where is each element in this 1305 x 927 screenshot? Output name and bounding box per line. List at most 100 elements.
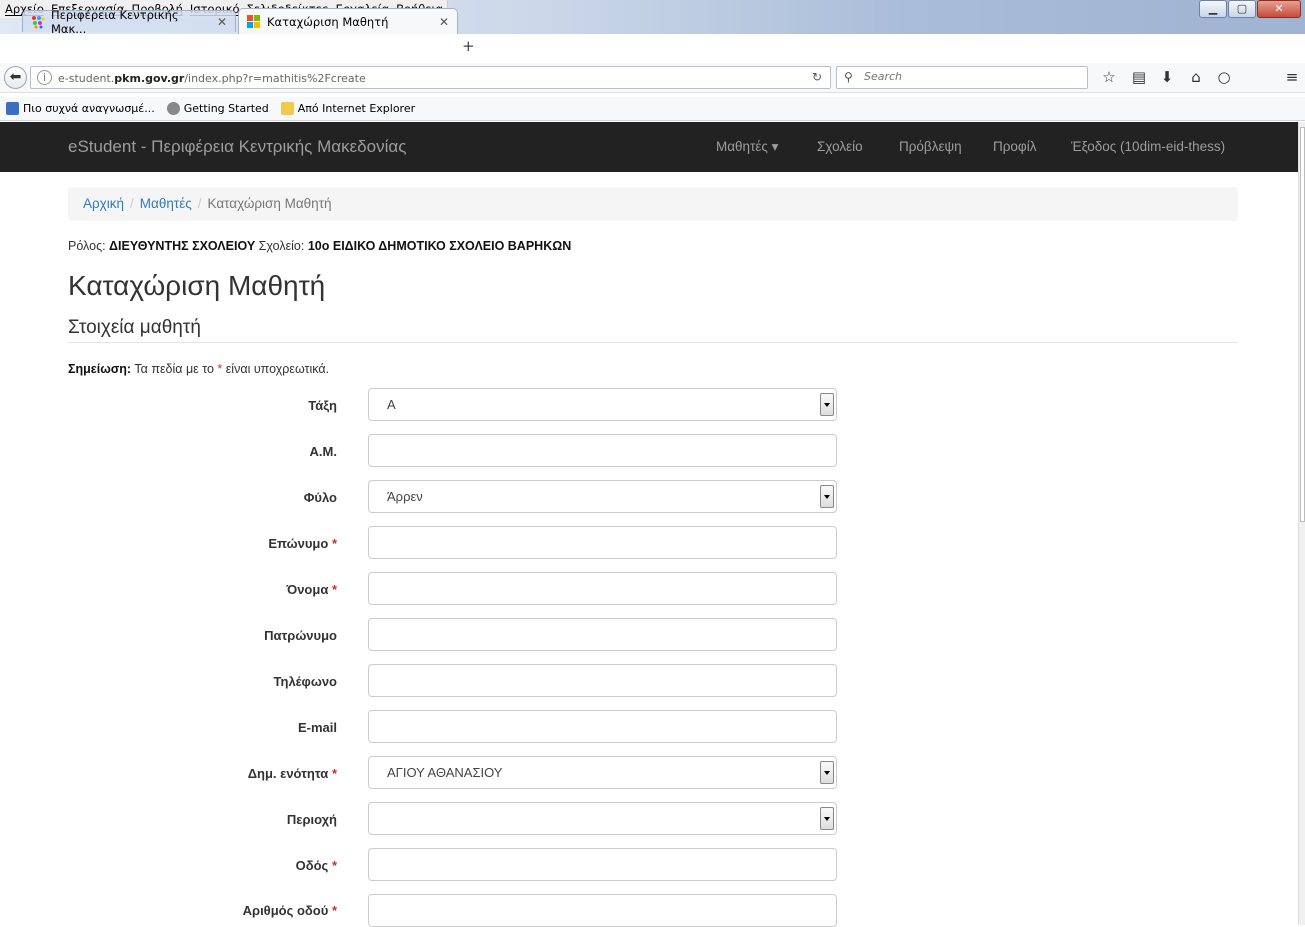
municipal-unit-select[interactable]: ΑΓΙΟΥ ΑΘΑΝΑΣΙΟΥ	[368, 756, 837, 789]
search-input[interactable]	[864, 70, 1064, 83]
reading-list-icon[interactable]: ▤	[1129, 68, 1149, 86]
region-favicon-icon	[31, 15, 45, 29]
required-note: Σημείωση: Τα πεδία με το * είναι υποχρεω…	[68, 362, 329, 376]
first-name-label: Όνομα *	[286, 582, 337, 597]
bookmark-from-ie[interactable]: Από Internet Explorer	[280, 102, 416, 115]
fathers-name-label: Πατρώνυμο	[264, 628, 337, 643]
breadcrumb-home[interactable]: Αρχική	[83, 196, 124, 211]
area-select[interactable]	[368, 802, 837, 835]
street-number-input[interactable]	[369, 895, 836, 926]
school-label: Σχολείο:	[258, 239, 305, 253]
bookmark-label: Getting Started	[183, 102, 269, 115]
tab-title: Περιφέρεια Κεντρικής Μακ...	[51, 7, 179, 36]
dropdown-arrow-icon[interactable]	[820, 761, 834, 784]
tab-region[interactable]: Περιφέρεια Κεντρικής Μακ... ✕	[22, 8, 236, 36]
bookmark-star-icon[interactable]: ☆	[1099, 68, 1119, 86]
page-scrollbar[interactable]	[1298, 122, 1305, 925]
site-brand[interactable]: eStudent - Περιφέρεια Κεντρικής Μακεδονί…	[68, 137, 406, 157]
role-value: ΔΙΕΥΘΥΝΤΗΣ ΣΧΟΛΕΙΟΥ	[109, 239, 256, 253]
fathers-name-field[interactable]	[368, 618, 837, 651]
breadcrumb-students[interactable]: Μαθητές	[140, 196, 192, 211]
maximize-button[interactable]: ▢	[1228, 0, 1256, 18]
hamburger-menu-icon[interactable]: ≡	[1282, 68, 1302, 86]
gender-select[interactable]: Άρρεν	[368, 480, 837, 513]
class-select[interactable]: Α	[368, 388, 837, 421]
minimize-button[interactable]: ▁	[1199, 0, 1227, 18]
phone-input[interactable]	[369, 665, 836, 696]
email-label: E-mail	[297, 720, 337, 735]
note-text: είναι υποχρεωτικά.	[222, 362, 330, 376]
home-icon[interactable]: ⌂	[1186, 68, 1206, 86]
note-text: Τα πεδία με το	[131, 362, 218, 376]
surname-field[interactable]	[368, 526, 837, 559]
bookmark-getting-started[interactable]: Getting Started	[166, 102, 269, 115]
tab-close-icon[interactable]: ✕	[217, 15, 227, 29]
nav-profile[interactable]: Προφίλ	[993, 139, 1036, 154]
info-icon[interactable]: i	[37, 70, 52, 85]
page-title: Καταχώριση Μαθητή	[68, 270, 326, 301]
phone-label: Τηλέφωνο	[273, 674, 337, 689]
nav-school[interactable]: Σχολείο	[817, 139, 863, 154]
breadcrumb-separator: /	[197, 196, 202, 211]
tab-create-student[interactable]: Καταχώριση Μαθητή ✕	[238, 8, 458, 34]
back-button[interactable]: ⬅	[4, 66, 27, 89]
registry-number-input[interactable]	[369, 435, 836, 466]
note-label: Σημείωση:	[68, 362, 132, 376]
bookmark-label: Από Internet Explorer	[297, 102, 416, 115]
firefox-icon	[166, 102, 180, 115]
dropdown-arrow-icon[interactable]	[820, 807, 834, 830]
browser-toolbar: ⬅ i e-student.pkm.gov.gr/index.php?r=mat…	[0, 63, 1305, 93]
street-input[interactable]	[369, 849, 836, 880]
folder-icon	[6, 102, 19, 115]
windows-favicon-icon	[247, 14, 261, 29]
street-field[interactable]	[368, 848, 837, 881]
class-label: Τάξη	[308, 398, 337, 413]
gender-select-value: Άρρεν	[387, 489, 423, 504]
close-window-button[interactable]: ✕	[1257, 0, 1301, 18]
street-number-field[interactable]	[368, 894, 837, 927]
bookmark-label: Πιο συχνά αναγνωσμέ...	[23, 102, 155, 115]
section-title: Στοιχεία μαθητή	[68, 317, 201, 338]
nav-logout[interactable]: Έξοδος (10dim-eid-thess)	[1071, 139, 1225, 154]
fathers-name-input[interactable]	[369, 619, 836, 650]
class-select-value: Α	[387, 397, 396, 412]
dropdown-arrow-icon[interactable]	[820, 393, 834, 416]
registry-number-label: Α.Μ.	[309, 444, 337, 459]
breadcrumb-separator: /	[130, 196, 134, 211]
registry-number-field[interactable]	[368, 434, 837, 467]
first-name-field[interactable]	[368, 572, 837, 605]
folder-icon	[280, 102, 294, 115]
municipal-unit-label: Δημ. ενότητα *	[247, 766, 337, 781]
window-controls: ▁ ▢ ✕	[1199, 0, 1301, 18]
email-field[interactable]	[368, 710, 837, 743]
search-bar[interactable]: ⚲	[836, 66, 1088, 89]
download-icon[interactable]: ⬇	[1157, 68, 1177, 86]
role-label: Ρόλος:	[68, 239, 106, 253]
municipal-unit-value: ΑΓΙΟΥ ΑΘΑΝΑΣΙΟΥ	[387, 765, 503, 780]
role-info: Ρόλος: ΔΙΕΥΘΥΝΤΗΣ ΣΧΟΛΕΙΟΥ Σχολείο: 10ο …	[68, 239, 571, 253]
breadcrumb: Αρχική / Μαθητές / Καταχώριση Μαθητή	[68, 187, 1238, 221]
email-input[interactable]	[369, 711, 836, 742]
surname-input[interactable]	[369, 527, 836, 558]
street-label: Οδός *	[295, 858, 337, 873]
first-name-input[interactable]	[369, 573, 836, 604]
site-navbar: eStudent - Περιφέρεια Κεντρικής Μακεδονί…	[0, 122, 1298, 172]
chat-icon[interactable]: ○	[1214, 68, 1234, 86]
bookmark-most-visited[interactable]: Πιο συχνά αναγνωσμέ...	[6, 102, 155, 115]
tab-close-icon[interactable]: ✕	[439, 15, 449, 29]
surname-label: Επώνυμο *	[268, 536, 337, 551]
bookmarks-toolbar: Πιο συχνά αναγνωσμέ... Getting Started Α…	[0, 97, 1305, 121]
breadcrumb-current: Καταχώριση Μαθητή	[207, 196, 332, 211]
nav-forecast[interactable]: Πρόβλεψη	[899, 139, 962, 154]
scrollbar-thumb[interactable]	[1300, 127, 1305, 522]
url-bar[interactable]: i e-student.pkm.gov.gr/index.php?r=mathi…	[30, 66, 831, 89]
dropdown-arrow-icon[interactable]	[820, 485, 834, 508]
new-tab-icon[interactable]: +	[462, 37, 475, 55]
nav-students[interactable]: Μαθητές ▾	[716, 139, 778, 155]
school-value: 10ο ΕΙΔΙΚΟ ΔΗΜΟΤΙΚΟ ΣΧΟΛΕΙΟ ΒΑΡΗΚΩΝ	[307, 239, 572, 253]
search-icon: ⚲	[844, 70, 853, 84]
reload-icon[interactable]: ↻	[812, 70, 822, 84]
phone-field[interactable]	[368, 664, 837, 697]
section-divider	[68, 342, 1238, 343]
area-label: Περιοχή	[286, 812, 337, 827]
